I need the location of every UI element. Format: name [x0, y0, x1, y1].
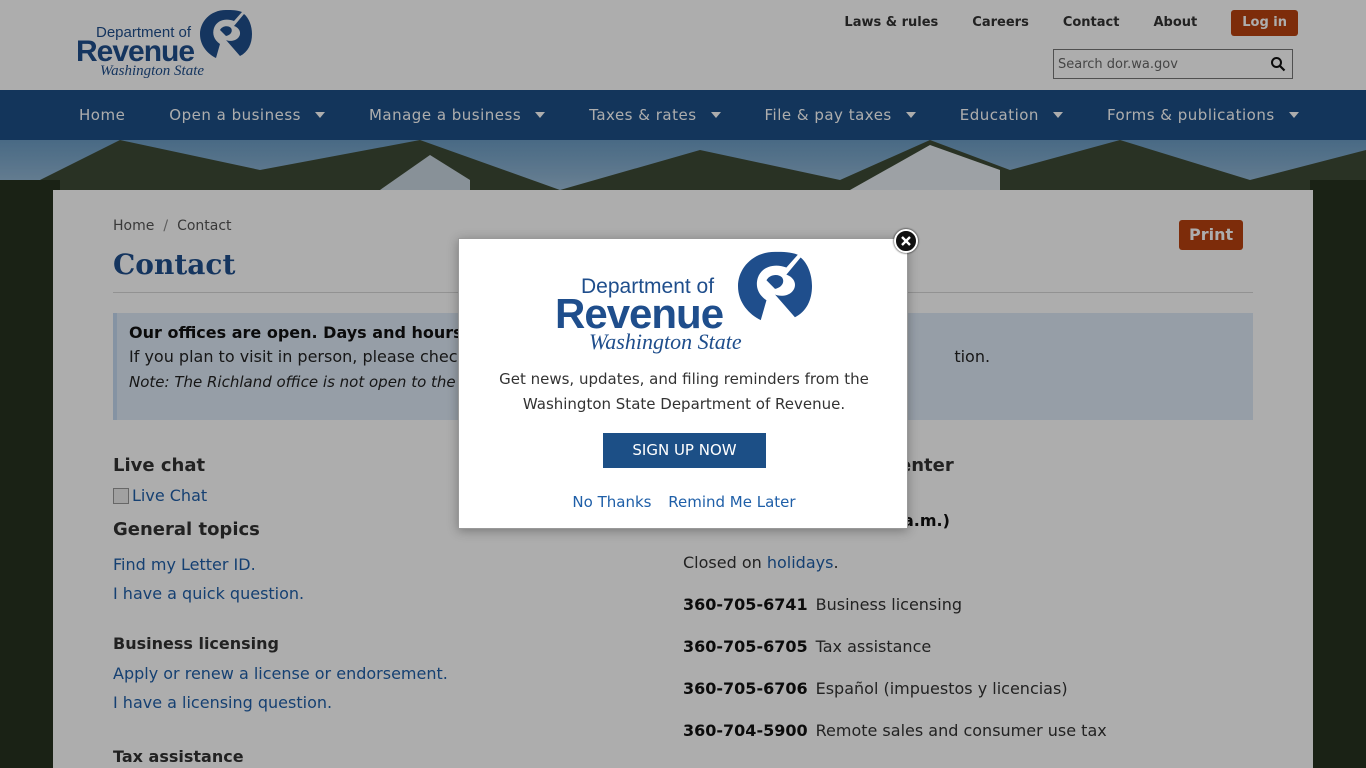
remind-later-link[interactable]: Remind Me Later	[668, 493, 795, 511]
modal-message: Get news, updates, and filing reminders …	[499, 370, 869, 413]
modal-logo-line3: Washington State	[589, 329, 742, 354]
signup-modal: Department of Revenue Washington State G…	[458, 238, 908, 529]
signup-button[interactable]: SIGN UP NOW	[603, 433, 766, 468]
modal-logo: Department of Revenue Washington State	[555, 249, 815, 357]
close-icon	[901, 236, 911, 246]
dor-logo-icon	[738, 251, 812, 321]
modal-secondary-links: No Thanks Remind Me Later	[459, 493, 909, 511]
no-thanks-link[interactable]: No Thanks	[572, 493, 651, 511]
modal-close-button[interactable]	[894, 229, 918, 253]
